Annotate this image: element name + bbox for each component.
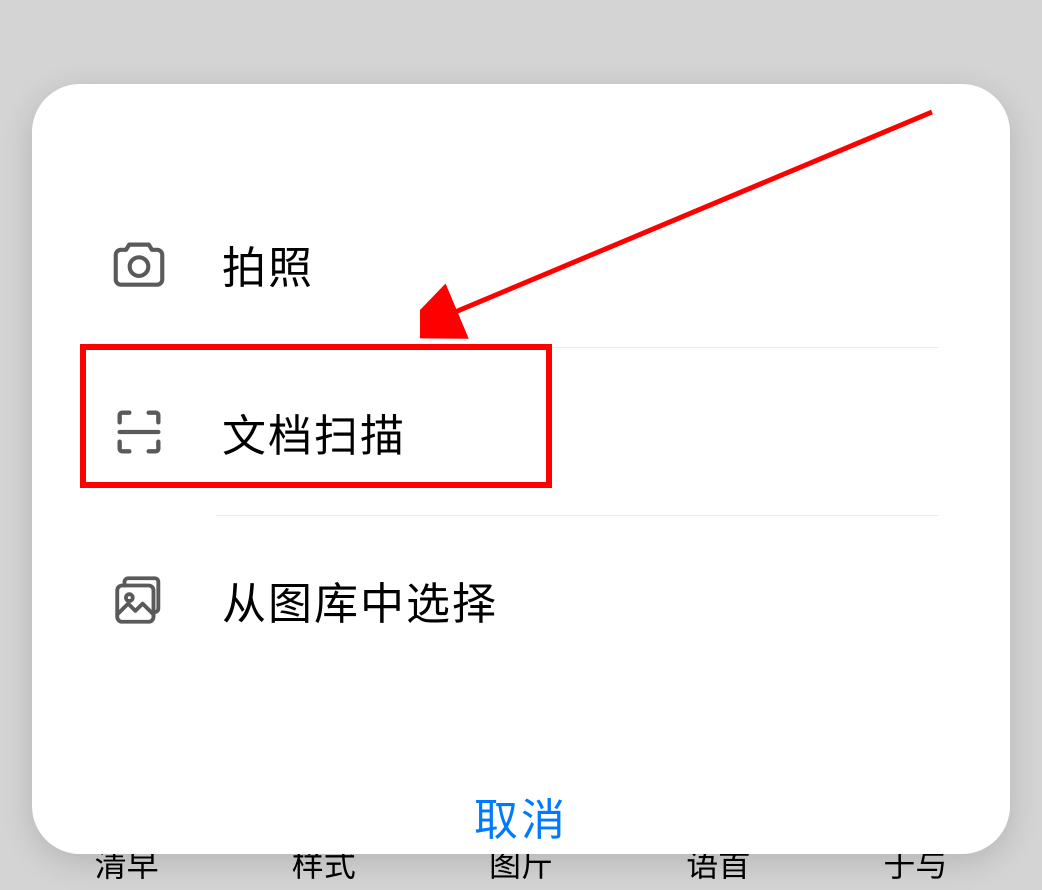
- option-label: 拍照: [222, 232, 314, 296]
- action-sheet: 拍照 文档扫描: [32, 84, 1010, 854]
- option-label: 从图库中选择: [222, 568, 498, 632]
- option-label: 文档扫描: [222, 400, 406, 464]
- option-take-photo[interactable]: 拍照: [32, 180, 1010, 348]
- option-scan-document[interactable]: 文档扫描: [32, 348, 1010, 516]
- option-list: 拍照 文档扫描: [32, 84, 1010, 754]
- gallery-icon: [104, 565, 174, 635]
- camera-icon: [104, 229, 174, 299]
- scan-icon: [104, 397, 174, 467]
- option-choose-from-gallery[interactable]: 从图库中选择: [32, 516, 1010, 684]
- cancel-button[interactable]: 取消: [32, 754, 1010, 854]
